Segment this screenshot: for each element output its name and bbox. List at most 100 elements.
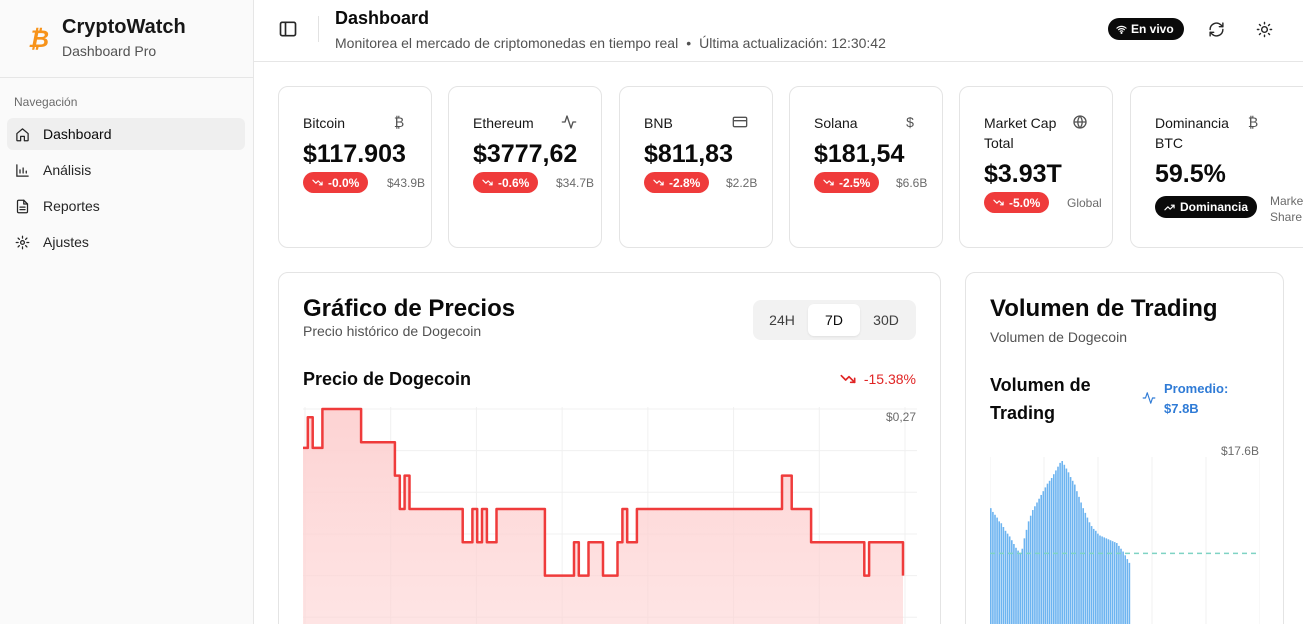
volume-bar [1122, 551, 1124, 624]
average-value: Promedio: $7.8B [1164, 381, 1229, 416]
volume-bar [1059, 462, 1061, 624]
sidebar-item-label: Dashboard [43, 126, 112, 142]
trending-down-icon [482, 179, 493, 186]
price-change-value: -15.38% [863, 371, 916, 387]
stat-card-bitcoin: Bitcoin ₿ $117.903 -0.0% $43.9B [278, 86, 432, 248]
volume-bar [994, 514, 996, 624]
sidebar-item-ajustes[interactable]: Ajustes [7, 226, 245, 258]
sun-icon [1256, 21, 1272, 37]
trending-down-icon [840, 374, 856, 384]
nav-heading: Navegación [14, 95, 78, 109]
credit-card-icon [732, 114, 748, 130]
change-value: -5.0% [1009, 195, 1041, 210]
file-text-icon [16, 199, 29, 213]
activity-icon [561, 114, 577, 130]
chart-title: Precio de Dogecoin [303, 369, 472, 389]
last-update: Última actualización: 12:30:42 [699, 35, 886, 51]
panel-title: Gráfico de Precios [303, 295, 516, 322]
volume-bar [1002, 527, 1005, 624]
volume-bar [1065, 468, 1068, 624]
range-24h-button[interactable]: 24H [756, 304, 808, 336]
volume-bar [1053, 474, 1055, 624]
header-divider [318, 16, 319, 42]
volume-bar [1057, 466, 1059, 624]
activity-icon [1142, 392, 1156, 404]
volume-bar [1090, 526, 1093, 624]
stat-card-btc-dominance: Dominancia BTC ₿ 59.5% Dominancia Market… [1130, 86, 1303, 248]
live-badge[interactable]: En vivo [1108, 18, 1184, 40]
volume-bar [1097, 533, 1099, 624]
trending-down-icon [993, 199, 1004, 206]
page-subtitle: Monitorea el mercado de criptomonedas en… [335, 35, 886, 51]
brand-title: CryptoWatch [62, 16, 186, 38]
volume-bar [1006, 533, 1009, 624]
volume-bar [992, 511, 994, 624]
refresh-button[interactable] [1205, 18, 1227, 40]
change-badge: -0.0% [303, 172, 369, 193]
sidebar-item-label: Ajustes [43, 234, 89, 250]
volume-bar [1095, 530, 1097, 624]
volume-bar [1076, 491, 1078, 624]
volume-bar [1029, 515, 1032, 624]
volume-bar [1019, 553, 1021, 624]
sidebar-item-reportes[interactable]: Reportes [7, 190, 245, 222]
stat-name: Market Cap Total [984, 115, 1057, 151]
home-icon [16, 127, 29, 141]
sidebar-toggle-button[interactable] [278, 19, 298, 39]
trending-up-icon [1164, 204, 1175, 210]
volume-bar [1116, 543, 1118, 624]
price-chart-panel: Gráfico de Precios Precio histórico de D… [278, 272, 941, 624]
svg-text:₿: ₿ [28, 25, 49, 52]
volume-bar [1099, 535, 1101, 624]
stat-volume: $34.7B [556, 176, 595, 190]
stat-card-bnb: BNB $811,83 -2.8% $2.2B [619, 86, 773, 248]
stat-name: Ethereum [473, 115, 534, 131]
trending-down-icon [653, 179, 664, 186]
sidebar: ₿ CryptoWatch Dashboard Pro Navegación D… [0, 0, 254, 624]
volume-bar [1088, 522, 1091, 624]
stat-value: $811,83 [644, 140, 733, 168]
volume-bar [1128, 562, 1131, 624]
sidebar-item-dashboard[interactable]: Dashboard [7, 118, 245, 150]
volume-bar [1126, 559, 1129, 624]
volume-bar [1017, 550, 1019, 624]
range-selector: 24H 7D 30D [753, 300, 916, 340]
change-value: -0.0% [328, 175, 360, 190]
volume-bar [1082, 508, 1084, 624]
volume-bar [1103, 537, 1105, 624]
volume-bar [1025, 529, 1028, 624]
volume-bar [990, 508, 992, 624]
header: Dashboard Monitorea el mercado de cripto… [254, 0, 1303, 62]
stat-scope: Global [1067, 196, 1102, 210]
change-badge: -0.6% [473, 172, 539, 193]
stat-volume: $6.6B [896, 176, 928, 190]
volume-bar [1120, 548, 1122, 624]
stat-value: $3.93T [984, 160, 1062, 188]
volume-bar [1015, 547, 1017, 624]
volume-bar [1069, 477, 1072, 624]
theme-toggle-button[interactable] [1253, 18, 1275, 40]
dominance-badge: Dominancia [1155, 196, 1258, 218]
stat-scope: Market Share [1270, 194, 1303, 224]
sidebar-item-analisis[interactable]: Análisis [7, 154, 245, 186]
volume-bar [1034, 506, 1036, 624]
stat-card-market-cap: Market Cap Total $3.93T -5.0% Global [959, 86, 1113, 248]
volume-panel: Volumen de Trading Volumen de Dogecoin V… [965, 272, 1284, 624]
sidebar-item-label: Análisis [43, 162, 92, 178]
stat-name: Bitcoin [303, 115, 346, 131]
range-7d-button[interactable]: 7D [808, 304, 860, 336]
separator-dot: • [686, 35, 692, 51]
volume-bar [1000, 523, 1003, 624]
volume-bar [1023, 538, 1026, 624]
volume-bar [1107, 539, 1110, 624]
volume-bar [1074, 484, 1076, 624]
brand-subtitle: Dashboard Pro [62, 43, 157, 59]
change-badge: -2.8% [644, 172, 710, 193]
change-value: -0.6% [498, 175, 530, 190]
price-area-chart [303, 407, 917, 624]
panel-subtitle: Precio histórico de Dogecoin [303, 323, 482, 339]
range-30d-button[interactable]: 30D [860, 304, 912, 336]
volume-bar [1086, 517, 1089, 624]
stat-value: $117.903 [303, 140, 406, 168]
volume-bar [1038, 498, 1040, 624]
